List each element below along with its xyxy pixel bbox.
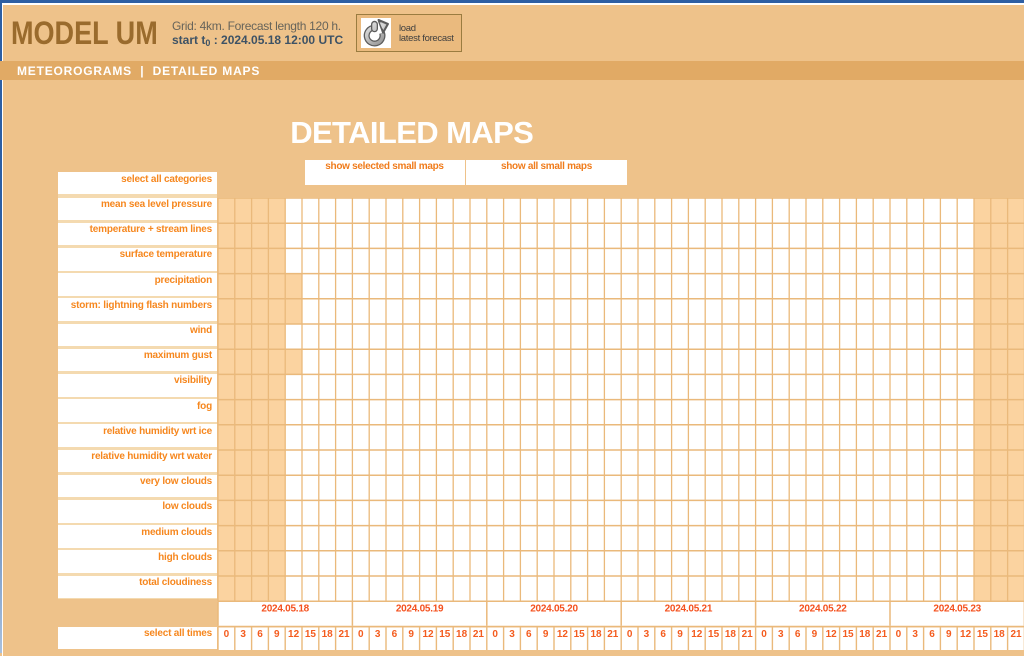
svg-text:15: 15 bbox=[439, 629, 451, 640]
svg-text:6: 6 bbox=[391, 629, 397, 640]
svg-text:6: 6 bbox=[526, 629, 532, 640]
svg-text:21: 21 bbox=[607, 629, 619, 640]
svg-text:18: 18 bbox=[859, 629, 871, 640]
svg-text:2024.05.22: 2024.05.22 bbox=[799, 603, 847, 614]
svg-text:9: 9 bbox=[677, 629, 683, 640]
svg-text:6: 6 bbox=[794, 629, 800, 640]
svg-text:0: 0 bbox=[492, 629, 498, 640]
svg-text:15: 15 bbox=[842, 629, 854, 640]
svg-text:0: 0 bbox=[626, 629, 632, 640]
svg-text:15: 15 bbox=[304, 629, 316, 640]
svg-text:15: 15 bbox=[573, 629, 585, 640]
svg-text:3: 3 bbox=[912, 629, 918, 640]
svg-text:6: 6 bbox=[257, 629, 263, 640]
svg-text:12: 12 bbox=[288, 629, 300, 640]
svg-text:12: 12 bbox=[960, 629, 972, 640]
svg-text:15: 15 bbox=[976, 629, 988, 640]
svg-text:9: 9 bbox=[811, 629, 817, 640]
svg-text:3: 3 bbox=[509, 629, 515, 640]
svg-text:21: 21 bbox=[876, 629, 888, 640]
svg-text:12: 12 bbox=[825, 629, 837, 640]
svg-text:2024.05.18: 2024.05.18 bbox=[261, 603, 309, 614]
svg-text:12: 12 bbox=[422, 629, 434, 640]
svg-text:3: 3 bbox=[643, 629, 649, 640]
svg-text:3: 3 bbox=[240, 629, 246, 640]
svg-text:18: 18 bbox=[993, 629, 1005, 640]
svg-text:0: 0 bbox=[895, 629, 901, 640]
svg-text:2024.05.23: 2024.05.23 bbox=[933, 603, 981, 614]
svg-text:3: 3 bbox=[374, 629, 380, 640]
svg-text:15: 15 bbox=[708, 629, 720, 640]
svg-text:0: 0 bbox=[761, 629, 767, 640]
svg-text:12: 12 bbox=[691, 629, 703, 640]
svg-text:21: 21 bbox=[1010, 629, 1022, 640]
svg-text:18: 18 bbox=[590, 629, 602, 640]
svg-text:21: 21 bbox=[472, 629, 484, 640]
svg-text:0: 0 bbox=[223, 629, 229, 640]
svg-text:9: 9 bbox=[542, 629, 548, 640]
svg-text:2024.05.21: 2024.05.21 bbox=[664, 603, 712, 614]
svg-text:21: 21 bbox=[741, 629, 753, 640]
svg-text:9: 9 bbox=[408, 629, 414, 640]
svg-text:6: 6 bbox=[660, 629, 666, 640]
svg-text:21: 21 bbox=[338, 629, 350, 640]
svg-text:9: 9 bbox=[946, 629, 952, 640]
svg-text:18: 18 bbox=[321, 629, 333, 640]
svg-text:18: 18 bbox=[456, 629, 468, 640]
svg-text:3: 3 bbox=[778, 629, 784, 640]
svg-text:0: 0 bbox=[358, 629, 364, 640]
svg-text:2024.05.20: 2024.05.20 bbox=[530, 603, 578, 614]
svg-text:6: 6 bbox=[929, 629, 935, 640]
svg-text:18: 18 bbox=[724, 629, 736, 640]
svg-text:12: 12 bbox=[556, 629, 568, 640]
svg-text:9: 9 bbox=[274, 629, 280, 640]
svg-text:2024.05.19: 2024.05.19 bbox=[395, 603, 443, 614]
